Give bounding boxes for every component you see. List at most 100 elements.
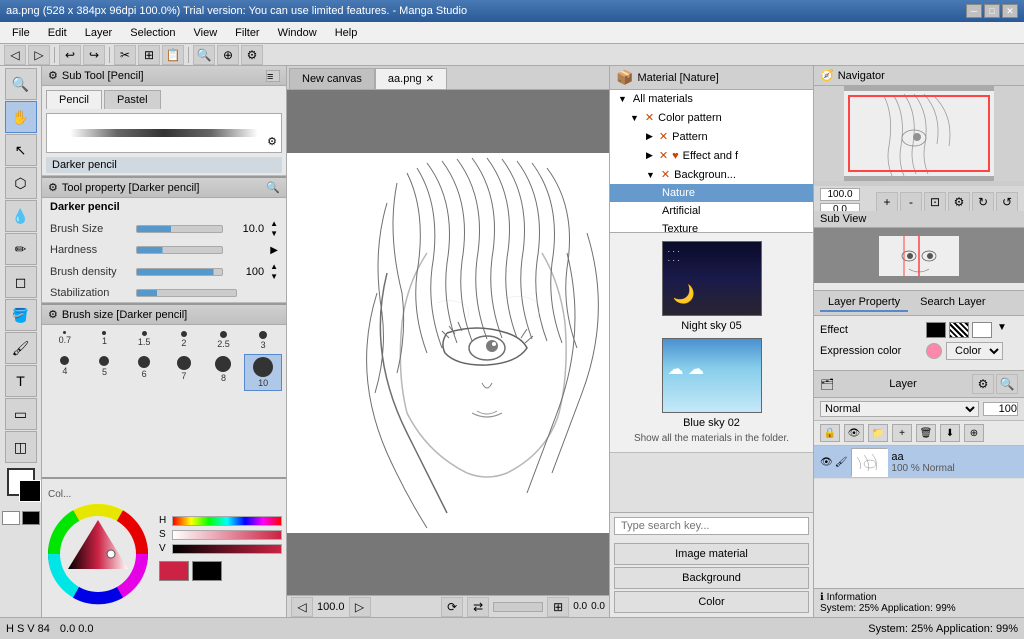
folder-layer-btn[interactable]: 📁	[868, 424, 888, 442]
menu-window[interactable]: Window	[270, 25, 325, 41]
layer-lock-icon[interactable]: 🖌	[835, 457, 848, 468]
brush-3[interactable]: 3	[244, 329, 282, 352]
menu-edit[interactable]: Edit	[40, 25, 75, 41]
tree-effect[interactable]: ▶ ✕ ♥ Effect and f	[610, 146, 813, 165]
image-material-btn[interactable]: Image material	[614, 543, 809, 565]
nav-fit[interactable]: ⊡	[924, 192, 946, 212]
tree-all-materials[interactable]: ▼ All materials	[610, 90, 813, 108]
hardness-expand[interactable]: ▶	[270, 245, 278, 256]
tool-pan[interactable]: ✋	[5, 101, 37, 133]
merge-layer-btn[interactable]: ⬇	[940, 424, 960, 442]
toolbar-settings[interactable]: ⚙	[241, 45, 263, 65]
menu-layer[interactable]: Layer	[77, 25, 121, 41]
sat-slider[interactable]	[172, 530, 282, 540]
density-up[interactable]: ▲	[270, 262, 278, 271]
tool-select[interactable]: ↖	[5, 134, 37, 166]
canvas-next-page[interactable]: ▷	[349, 597, 371, 617]
blend-mode-select[interactable]: Normal	[820, 401, 979, 417]
color-foreground-swatch[interactable]	[7, 468, 35, 496]
effect-white-swatch[interactable]	[972, 322, 992, 338]
layer-property-tab[interactable]: Layer Property	[820, 294, 908, 312]
toolbar-btn-1[interactable]: ◁	[4, 45, 26, 65]
flip-btn[interactable]: ⇄	[467, 597, 489, 617]
opacity-input[interactable]	[983, 402, 1018, 416]
foreground-black-swatch[interactable]	[22, 511, 40, 525]
tool-fill[interactable]: 🪣	[5, 299, 37, 331]
val-slider[interactable]	[172, 544, 282, 554]
search-tool-icon[interactable]: 🔍	[266, 181, 280, 194]
tool-brush[interactable]: 🖌	[5, 332, 37, 364]
nav-settings[interactable]: ⚙	[948, 192, 970, 212]
toolbar-paste[interactable]: 📋	[162, 45, 184, 65]
brush-size-slider[interactable]	[136, 225, 223, 233]
brush-0.7[interactable]: 0.7	[46, 329, 84, 352]
toolbar-undo[interactable]: ↩	[59, 45, 81, 65]
tool-pencil[interactable]: ✏	[5, 233, 37, 265]
layer-search[interactable]: 🔍	[996, 374, 1018, 394]
main-color-swatch[interactable]	[159, 561, 189, 581]
tab-aa-png[interactable]: aa.png ✕	[375, 68, 447, 89]
tool-gradient[interactable]: ◫	[5, 431, 37, 463]
effect-pattern-swatch[interactable]	[949, 322, 969, 338]
density-down[interactable]: ▼	[270, 272, 278, 281]
navigator-preview[interactable]	[814, 86, 1024, 186]
nav-rotate-cw[interactable]: ↻	[972, 192, 994, 212]
toolbar-transform[interactable]: ⊕	[217, 45, 239, 65]
tool-eraser[interactable]: ◻	[5, 266, 37, 298]
hardness-slider[interactable]	[136, 246, 223, 254]
canvas-container[interactable]	[287, 90, 609, 595]
brush-1[interactable]: 1	[86, 329, 124, 352]
minimize-button[interactable]: ─	[966, 4, 982, 18]
delete-layer-btn[interactable]: 🗑	[916, 424, 936, 442]
effect-dropdown[interactable]: ▼	[997, 322, 1007, 338]
brush-6[interactable]: 6	[125, 354, 163, 391]
menu-selection[interactable]: Selection	[122, 25, 183, 41]
tab-pencil[interactable]: Pencil	[46, 90, 102, 109]
grid-btn[interactable]: ⊞	[547, 597, 569, 617]
color-select-dropdown[interactable]: Color	[946, 342, 1003, 360]
brush-size-down[interactable]: ▼	[270, 229, 278, 238]
toolbar-redo[interactable]: ↪	[83, 45, 105, 65]
new-layer-btn[interactable]: +	[892, 424, 912, 442]
tool-zoom[interactable]: 🔍	[5, 68, 37, 100]
brush-4[interactable]: 4	[46, 354, 84, 391]
tree-pattern[interactable]: ▶ ✕ Pattern	[610, 127, 813, 146]
effect-black-swatch[interactable]	[926, 322, 946, 338]
brush-2[interactable]: 2	[165, 329, 203, 352]
tool-shape[interactable]: ▭	[5, 398, 37, 430]
menu-filter[interactable]: Filter	[227, 25, 267, 41]
duplicate-layer-btn[interactable]: ⊕	[964, 424, 984, 442]
tool-eyedropper[interactable]: 💧	[5, 200, 37, 232]
brush-2.5[interactable]: 2.5	[205, 329, 243, 352]
sub-tool-menu[interactable]: ≡	[266, 70, 280, 82]
tree-background[interactable]: ▼ ✕ Backgroun...	[610, 165, 813, 184]
material-search-input[interactable]	[614, 517, 809, 535]
tree-color-pattern[interactable]: ▼ ✕ Color pattern	[610, 108, 813, 127]
toolbar-zoom-in[interactable]: 🔍	[193, 45, 215, 65]
lock-layer-btn[interactable]: 🔒	[820, 424, 840, 442]
brush-size-up[interactable]: ▲	[270, 219, 278, 228]
tab-close-aa[interactable]: ✕	[426, 74, 434, 85]
sub-color-swatch[interactable]	[192, 561, 222, 581]
tree-nature[interactable]: Nature	[610, 184, 813, 202]
tab-pastel[interactable]: Pastel	[104, 90, 161, 109]
tab-new-canvas[interactable]: New canvas	[289, 68, 375, 89]
canvas-prev-page[interactable]: ◁	[291, 597, 313, 617]
toolbar-copy[interactable]: ⊞	[138, 45, 160, 65]
foreground-white-swatch[interactable]	[2, 511, 20, 525]
brush-1.5[interactable]: 1.5	[125, 329, 163, 352]
nav-rotate-ccw[interactable]: ↺	[996, 192, 1018, 212]
brush-7[interactable]: 7	[165, 354, 203, 391]
menu-file[interactable]: File	[4, 25, 38, 41]
background-btn[interactable]: Background	[614, 567, 809, 589]
search-layer-tab[interactable]: Search Layer	[912, 294, 993, 312]
toolbar-cut[interactable]: ✂	[114, 45, 136, 65]
stabilization-slider[interactable]	[136, 289, 237, 297]
menu-help[interactable]: Help	[327, 25, 366, 41]
close-button[interactable]: ✕	[1002, 4, 1018, 18]
nav-zoom-out[interactable]: -	[900, 192, 922, 212]
rotate-btn[interactable]: ⟳	[441, 597, 463, 617]
brush-settings-icon[interactable]: ⚙	[267, 135, 277, 148]
maximize-button[interactable]: □	[984, 4, 1000, 18]
layer-eye-icon[interactable]: 👁	[820, 457, 833, 468]
